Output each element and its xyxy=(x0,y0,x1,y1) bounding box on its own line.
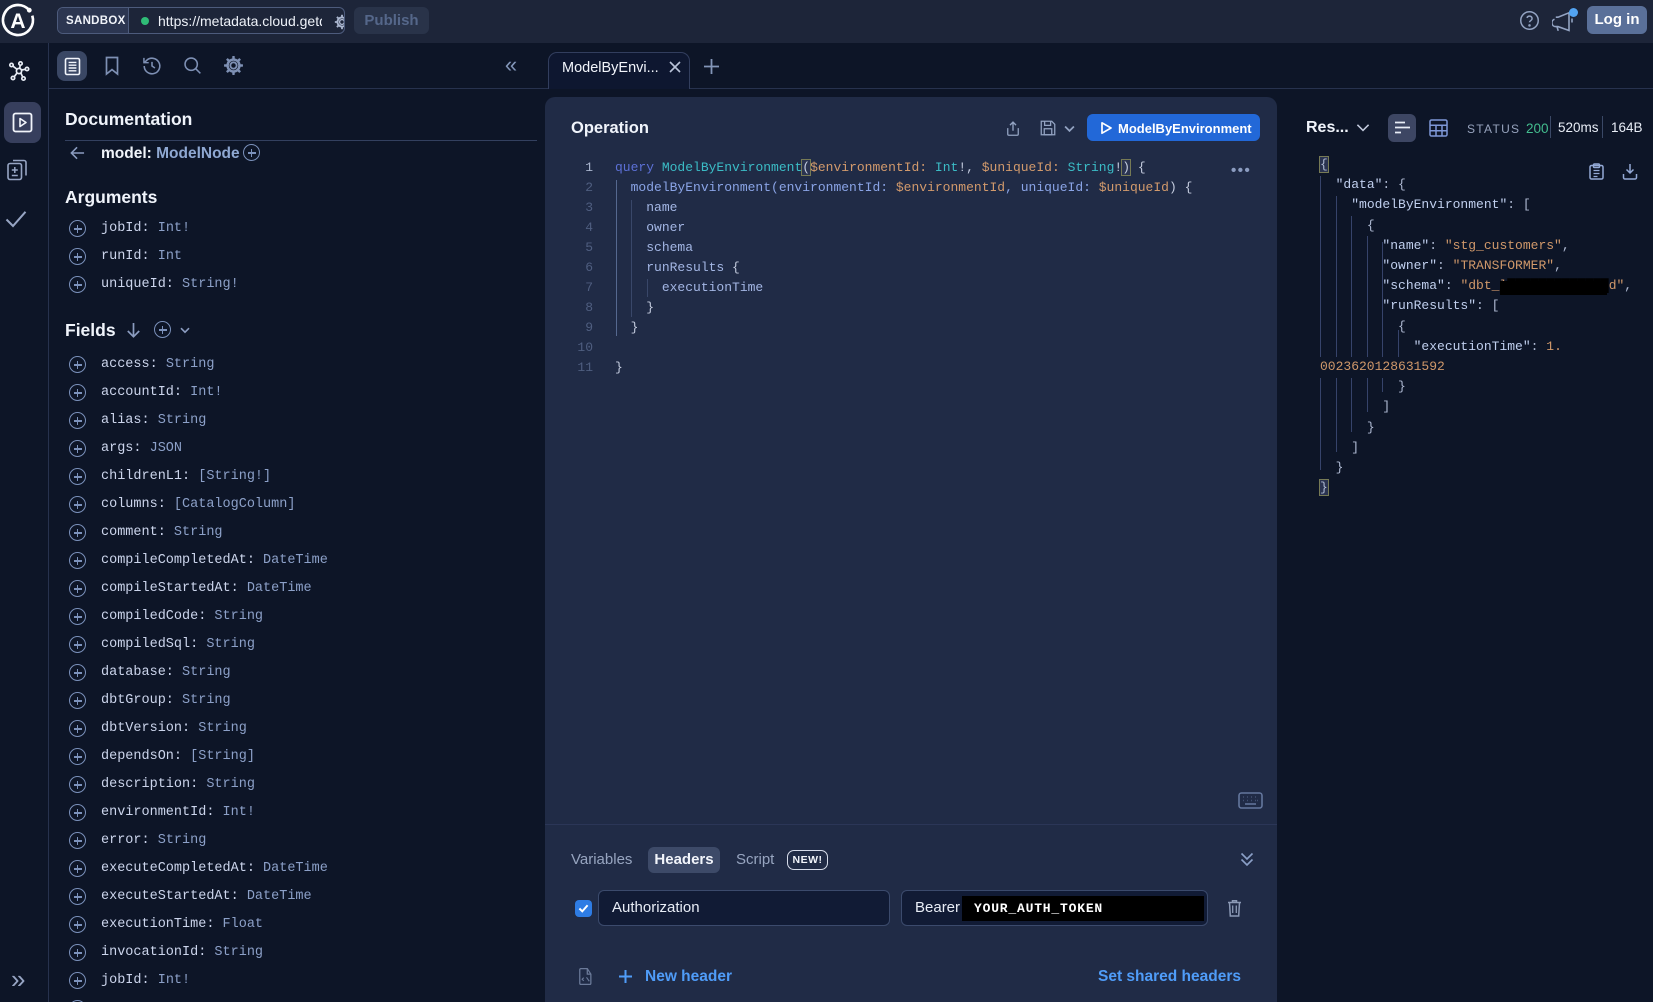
svg-text:A: A xyxy=(10,10,25,33)
